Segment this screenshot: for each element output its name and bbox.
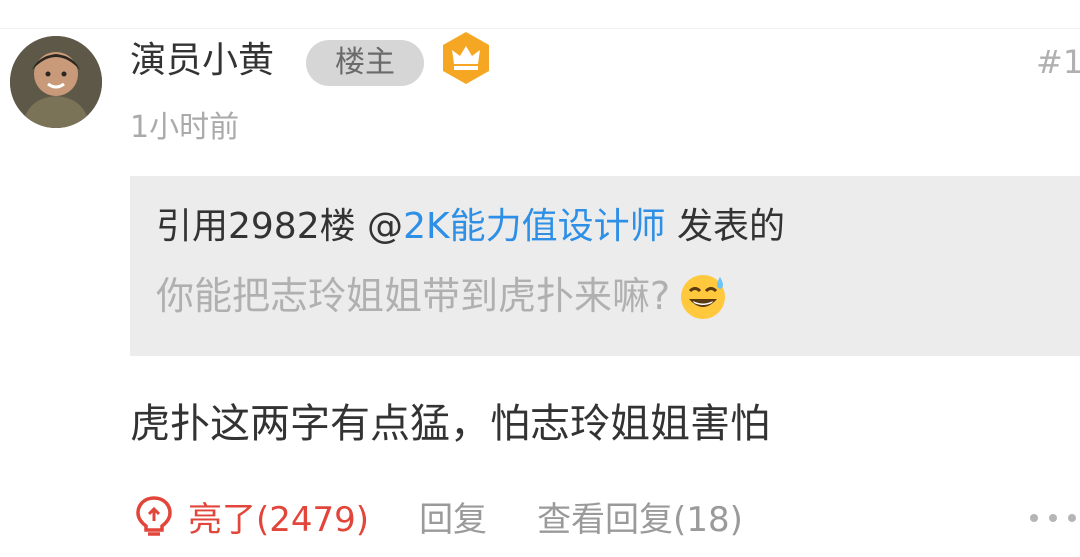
- op-badge: 楼主: [306, 40, 424, 86]
- view-replies-button[interactable]: 查看回复(18): [537, 492, 743, 541]
- like-label: 亮了(2479): [188, 499, 370, 540]
- action-bar: 亮了(2479) 回复 查看回复(18): [134, 492, 743, 540]
- timestamp: 1小时前: [130, 110, 240, 145]
- quote-body: 你能把志玲姐姐带到虎扑来嘛?: [156, 274, 671, 318]
- quote-text: 你能把志玲姐姐带到虎扑来嘛?: [156, 270, 728, 322]
- quote-prefix: 引用2982楼 @: [156, 206, 404, 247]
- sweat-smile-emoji-icon: [678, 271, 728, 321]
- more-icon[interactable]: [1026, 502, 1080, 532]
- quote-suffix: 发表的: [665, 206, 786, 247]
- crown-icon: [440, 30, 492, 86]
- like-button[interactable]: 亮了(2479): [134, 492, 369, 541]
- quote-header: 引用2982楼 @2K能力值设计师 发表的: [156, 203, 785, 251]
- quote-user-link[interactable]: 2K能力值设计师: [403, 206, 666, 247]
- username[interactable]: 演员小黄: [130, 38, 274, 84]
- reply-button[interactable]: 回复: [419, 492, 487, 541]
- post-body: 虎扑这两字有点猛，怕志玲姐姐害怕: [130, 401, 770, 447]
- avatar[interactable]: [10, 36, 102, 128]
- floor-number: #1: [1036, 43, 1080, 81]
- lightbulb-icon: [134, 495, 174, 537]
- top-divider: [0, 28, 1080, 29]
